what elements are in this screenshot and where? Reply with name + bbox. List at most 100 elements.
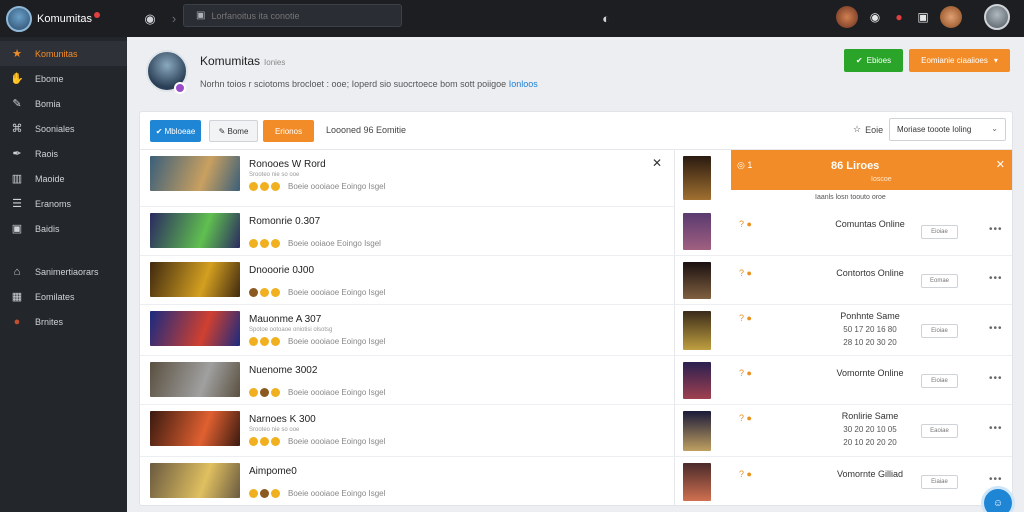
action-button[interactable]: Eioiae <box>921 224 958 239</box>
more-options-icon[interactable]: ••• <box>989 423 1003 434</box>
poster-image[interactable] <box>683 156 711 200</box>
grid-icon: ▦ <box>11 291 23 303</box>
page-subtitle: Ionies <box>264 58 286 67</box>
notification-dot <box>94 11 101 18</box>
thumbnail-image[interactable] <box>150 362 240 397</box>
poster-image[interactable] <box>683 411 711 451</box>
item-meta-text: Boeie oooiaoe Eoingo Isgel <box>288 437 386 446</box>
action-button[interactable]: Eaoiae <box>921 424 958 438</box>
poster-image[interactable] <box>683 213 711 250</box>
search-input[interactable] <box>211 10 392 21</box>
sidebar-item-raois[interactable]: ✒ Raois <box>0 141 127 166</box>
more-options-icon[interactable]: ••• <box>989 323 1003 334</box>
action-button[interactable]: Eomae <box>921 273 958 288</box>
thumbnail-image[interactable] <box>150 213 240 248</box>
sidebar-item-eomilates[interactable]: ▦ Eomilates <box>0 284 127 309</box>
item-title[interactable]: Aimpome0 <box>249 466 297 477</box>
list-item[interactable]: Narnoes K 300 Srooteo nie so ooe Boeie ooo… <box>140 405 674 457</box>
reaction-icon <box>260 288 269 297</box>
list-item[interactable]: Nuenome 3002 Boeie oooiaoe Eoingo Isgel <box>140 356 674 405</box>
options-button[interactable]: Eomianie ciaaiioes ▾ <box>909 49 1010 72</box>
item-title[interactable]: Nuenome 3002 <box>249 365 317 376</box>
side-list-item[interactable]: ? ● Comuntas Online Eioiae ••• <box>675 207 1012 256</box>
list-item[interactable]: Dnooorie 0J00 Boeie oooiaoe Eoingo Isgel <box>140 256 674 305</box>
list-item[interactable]: Romonrie 0.307 Boeie ooiaoe Eoingo Isgel <box>140 207 674 256</box>
sidebar-item-maoide[interactable]: ▥ Maoide <box>0 166 127 191</box>
item-title[interactable]: Mauonme A 307 <box>249 314 321 325</box>
chevron-down-icon: ⌄ <box>991 124 998 133</box>
tab-primary[interactable]: ✔ Mbloeae <box>150 120 201 142</box>
game-icon[interactable]: ▣ <box>916 10 930 24</box>
reaction-icon <box>260 182 269 191</box>
poster-image[interactable] <box>683 362 711 399</box>
side-list-item[interactable]: ? ● Vomornte Online Eioiae ••• <box>675 356 1012 405</box>
item-title[interactable]: Dnooorie 0J00 <box>249 265 314 276</box>
brand[interactable]: Komumitas <box>0 5 127 32</box>
more-options-icon[interactable]: ••• <box>989 224 1003 235</box>
lock-icon: ▣ <box>196 10 206 21</box>
tab-orange[interactable]: Erionos <box>263 120 314 142</box>
poster-image[interactable] <box>683 463 711 501</box>
side-list-item[interactable]: ? ● Ronlirie Same 30 20 20 10 05 20 10 20 2… <box>675 405 1012 457</box>
user-avatar-2[interactable] <box>940 6 962 28</box>
item-meta: Boeie ooiaoe Eoingo Isgel <box>249 239 381 248</box>
sidebar-item-eranoms[interactable]: ☰ Eranoms <box>0 191 127 216</box>
thumbnail-image[interactable] <box>150 156 240 191</box>
app-name: Komumitas <box>37 12 93 25</box>
sidebar-item-label: Bomia <box>35 98 61 109</box>
item-title[interactable]: Romonrie 0.307 <box>249 216 320 227</box>
thumbnail-image[interactable] <box>150 262 240 297</box>
side-list-item[interactable]: ? ● Ponhnte Same 50 17 20 16 80 28 10 20 30… <box>675 305 1012 356</box>
info-icon[interactable]: ◉ <box>868 10 882 24</box>
status-badge <box>174 82 186 94</box>
item-title[interactable]: Narnoes K 300 <box>249 414 316 425</box>
star-icon: ★ <box>12 48 22 60</box>
thumbnail-image[interactable] <box>150 311 240 346</box>
item-title[interactable]: Ronooes W Rord <box>249 159 326 170</box>
highlight-panel[interactable]: ◎ 1 86 Liroes Ioscoe ✕ <box>731 150 1012 190</box>
home-icon[interactable]: ◉ <box>141 11 159 27</box>
more-options-icon[interactable]: ••• <box>989 373 1003 384</box>
poster-image[interactable] <box>683 311 711 350</box>
more-options-icon[interactable]: ••• <box>989 474 1003 485</box>
list-item[interactable]: Mauonme A 307 Spotoe ootoaoe oniotisi ols… <box>140 305 674 356</box>
poster-image[interactable] <box>683 262 711 299</box>
sidebar-item-brnites[interactable]: ● Brnites <box>0 309 127 334</box>
chevron-right-icon[interactable]: › <box>165 11 183 26</box>
list-item[interactable]: Ronooes W Rord Srooteo nie so ooe Boeie oo… <box>140 150 674 207</box>
thumbnail-image[interactable] <box>150 411 240 446</box>
item-label: Ronlirie Same <box>841 411 899 421</box>
sidebar-item-ebome[interactable]: ✋ Ebome <box>0 66 127 91</box>
side-list-item[interactable]: ? ● Vomornte Gilliad Eiaiae ••• <box>675 457 1012 505</box>
search-box[interactable]: ▣ <box>183 4 402 27</box>
settings-icon[interactable]: ◐ <box>597 11 615 26</box>
chart-icon: ▥ <box>11 173 23 185</box>
user-avatar-1[interactable] <box>836 6 858 28</box>
sidebar-item-sooniales[interactable]: ⌘ Sooniales <box>0 116 127 141</box>
side-list-item[interactable]: ? ● Contortos Online Eomae ••• <box>675 256 1012 305</box>
more-options-icon[interactable]: ••• <box>989 273 1003 284</box>
sidebar-item-komunitas[interactable]: ★ Komunitas <box>0 41 127 66</box>
content-card: ✔ Mbloeae ✎ Bome Erionos Loooned 96 Eomi… <box>139 111 1013 506</box>
join-button[interactable]: ✔ Ebioes <box>844 49 903 72</box>
action-button[interactable]: Eioiae <box>921 323 958 338</box>
reaction-icon <box>260 388 269 397</box>
sidebar-item-bomia[interactable]: ✎ Bomia <box>0 91 127 116</box>
action-button[interactable]: Eioiae <box>921 373 958 388</box>
sort-select[interactable]: Moriase tooote Ioling ⌄ <box>889 118 1006 141</box>
close-icon[interactable]: ✕ <box>996 158 1005 171</box>
list-item[interactable]: Aimpome0 Boeie oooiaoe Eoingo Isgel <box>140 457 674 505</box>
chat-button[interactable]: ☺ <box>981 486 1015 512</box>
alert-icon[interactable]: ● <box>892 10 906 24</box>
sidebar-item-sanimertiaorars[interactable]: ⌂ Sanimertiaorars <box>0 259 127 284</box>
sort-label: ☆ Eoie <box>853 124 883 135</box>
network-icon: ⌘ <box>11 123 23 135</box>
sidebar-item-baidis[interactable]: ▣ Baidis <box>0 216 127 241</box>
brand-avatar[interactable] <box>6 5 32 32</box>
feather-icon: ✒ <box>12 148 22 160</box>
profile-avatar[interactable] <box>984 4 1010 30</box>
description-link[interactable]: Ionloos <box>509 79 538 89</box>
action-button[interactable]: Eiaiae <box>921 475 958 489</box>
thumbnail-image[interactable] <box>150 463 240 498</box>
tab-secondary[interactable]: ✎ Bome <box>209 120 258 142</box>
